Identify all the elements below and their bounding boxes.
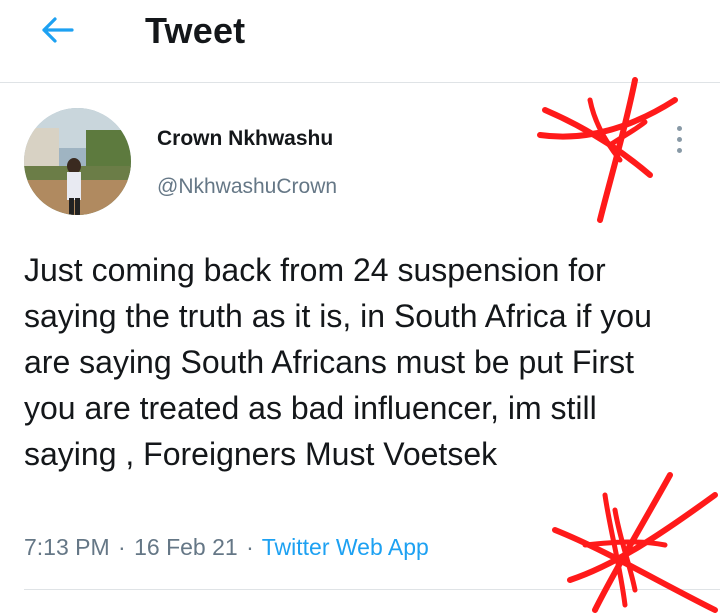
tweet-date[interactable]: 16 Feb 21 <box>134 534 238 560</box>
more-vertical-icon <box>677 126 682 131</box>
top-bar: Tweet <box>0 0 720 83</box>
more-options-button[interactable] <box>664 120 694 160</box>
tweet-source-link[interactable]: Twitter Web App <box>262 534 429 560</box>
tweet-meta: 7:13 PM · 16 Feb 21 · Twitter Web App <box>24 534 429 560</box>
avatar-photo <box>24 108 131 215</box>
author-handle[interactable]: @NkhwashuCrown <box>157 175 337 199</box>
scribble-mark-bottom <box>552 472 718 613</box>
avatar[interactable] <box>24 108 131 215</box>
back-button[interactable] <box>30 10 84 50</box>
tweet-time: 7:13 PM <box>24 534 110 560</box>
tweet-text: Just coming back from 24 suspension for … <box>24 252 652 472</box>
author-name[interactable]: Crown Nkhwashu <box>157 127 333 151</box>
arrow-left-icon <box>42 17 74 43</box>
page-title: Tweet <box>145 10 246 51</box>
divider <box>24 589 720 590</box>
